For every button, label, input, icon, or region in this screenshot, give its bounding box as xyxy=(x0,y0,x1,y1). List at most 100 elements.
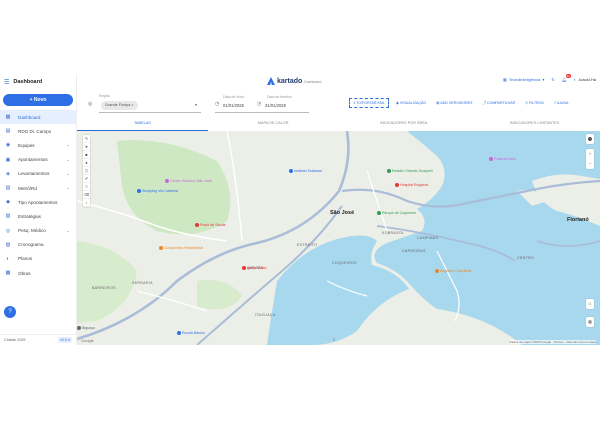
poi-label: Shopping Via Catarina xyxy=(142,189,178,193)
sidebar-item[interactable]: ▥ Metrô/Rd ⌄ xyxy=(0,181,76,195)
sidebar-item[interactable]: ◈ Levantamentos ⌄ xyxy=(0,167,76,181)
version-tag[interactable]: v2.0.4 xyxy=(58,337,72,343)
polygon-icon[interactable]: ⬠ xyxy=(83,167,90,175)
sidebar-item[interactable]: ▩ Obras xyxy=(0,266,76,280)
map-poi[interactable]: Condomínio Residencial xyxy=(159,246,203,251)
map-pin-icon xyxy=(435,269,439,274)
workspace-name: Tecnolinteligência xyxy=(508,77,541,82)
sidebar-item[interactable]: ▣ Apontamentos ⌄ xyxy=(0,153,76,167)
logo-subtitle: Dashboard xyxy=(304,80,322,84)
calendar-icon[interactable]: ◷ xyxy=(215,101,219,107)
zoom-in-button[interactable]: + xyxy=(586,149,594,159)
map-poi[interactable]: Praia do Meio xyxy=(489,157,516,162)
map-canvas[interactable] xyxy=(77,131,600,345)
chevron-down-icon[interactable]: ⌄ xyxy=(66,142,70,148)
chevron-down-icon[interactable]: ⌄ xyxy=(66,228,70,234)
region-chip[interactable]: Grande Floripa × xyxy=(101,101,138,110)
sidebar-title: Dashboard xyxy=(13,79,43,85)
action-label: EXPORTAR KML xyxy=(357,101,385,105)
menu-icon[interactable]: ☰ xyxy=(4,79,9,86)
tab[interactable]: INDICADORES LIMITANTES xyxy=(469,118,600,131)
date-end-field[interactable]: 31/01/2025 xyxy=(265,103,286,108)
refresh-icon[interactable]: ↻ xyxy=(551,77,554,82)
sidebar-item[interactable]: ◎ Pesq. Médico ⌄ xyxy=(0,224,76,238)
tab[interactable]: TABELAS xyxy=(77,118,208,131)
neighborhood-label: BARREIROS xyxy=(92,286,116,290)
road-north xyxy=(226,131,243,242)
tab[interactable]: MAPA DE CALOR xyxy=(208,118,339,131)
sidebar-item[interactable]: ▧ Estratégias xyxy=(0,209,76,223)
action-button[interactable]: ◉ VISUALIZAÇÃO xyxy=(393,99,429,107)
region-dropdown-icon[interactable]: ▾ xyxy=(195,102,197,107)
sidebar-item[interactable]: ▤ RDO Di. Campo xyxy=(0,124,76,138)
logo[interactable]: kartado Dashboard xyxy=(267,77,321,85)
region-value: Grande Floripa xyxy=(105,103,131,107)
sidebar-item[interactable]: ◉ Equipes ⌄ xyxy=(0,138,76,152)
map-poi[interactable]: Posto de Saúde xyxy=(195,223,226,228)
view-tabs: TABELAS MAPA DE CALOR INDICADORES POR ÁREA… xyxy=(77,118,600,131)
map-poi[interactable]: Hospital Regional xyxy=(395,183,429,188)
marker-icon[interactable]: ● xyxy=(83,159,90,167)
map-pin-icon xyxy=(159,246,163,251)
calendar-end-icon[interactable]: ◷ xyxy=(257,101,261,107)
map-type-icon[interactable]: ▦ xyxy=(586,317,594,327)
action-button[interactable]: ⇪ EXPORTAR KML xyxy=(349,98,389,108)
map-poi[interactable]: Shopping Via Catarina xyxy=(137,189,178,194)
edit-icon[interactable]: ✐ xyxy=(83,175,90,183)
date-start-field[interactable]: 01/01/2025 xyxy=(223,103,244,108)
google-logo: Google xyxy=(81,338,94,343)
neighborhood-label: CAMPINAS xyxy=(417,236,439,240)
square-icon[interactable]: ■ xyxy=(83,151,90,159)
new-button[interactable]: + Novo xyxy=(3,94,73,106)
map-poi[interactable]: Estádio Orlando Scarpelli xyxy=(387,169,433,174)
chevron-down-icon[interactable]: ⌄ xyxy=(66,185,70,191)
sidebar-item-label: Pesq. Médico xyxy=(18,228,46,234)
layers-icon[interactable]: ≡ xyxy=(83,183,90,191)
logo-name: kartado xyxy=(277,77,303,85)
sidebar-item[interactable]: ▦ Dashboard xyxy=(0,110,76,125)
action-button[interactable]: ▤ ADD SERVIDORES xyxy=(433,99,475,107)
pointer-icon[interactable]: ➤ xyxy=(83,143,90,151)
action-button[interactable]: ? AJUDA xyxy=(551,99,572,107)
info-icon[interactable]: i xyxy=(83,199,90,207)
compass-icon[interactable]: ⬤ xyxy=(586,134,594,144)
action-button[interactable]: ⚲ FILTROS xyxy=(522,99,547,107)
date-end-label: Data de término xyxy=(267,95,292,99)
notifications-button[interactable]: 🔔︎ 11 xyxy=(562,74,571,82)
help-icon[interactable]: ? xyxy=(4,306,16,318)
action-label: COMPARTILHAR xyxy=(487,100,516,105)
map-poi[interactable]: Biguaçu xyxy=(77,326,95,331)
tab[interactable]: INDICADORES POR ÁREA xyxy=(339,118,470,131)
map-poi[interactable]: Angeloni Capoeiras xyxy=(435,269,471,274)
close-icon[interactable]: × xyxy=(131,103,133,107)
user-menu[interactable]: ◐ Joacid.Ha xyxy=(574,77,596,82)
region-label: Região xyxy=(99,94,111,98)
drag-handle-icon[interactable]: ≡ xyxy=(330,335,338,344)
workspace-selector[interactable]: ▦ Tecnolinteligência ▾ xyxy=(503,77,544,82)
map-view[interactable]: ✎ ➤ ■ ● ⬠ ✐ ≡ ⌫ i São José Florianó KOBR… xyxy=(77,131,600,345)
map-poi[interactable]: Escola Básica xyxy=(177,331,205,336)
sidebar-item[interactable]: ▨ Cronograma xyxy=(0,238,76,252)
map-poi[interactable]: Centro Histórico São José xyxy=(165,179,212,184)
neighborhood-label: ITAGUAÇU xyxy=(255,313,276,317)
park-area xyxy=(117,140,231,235)
sidebar-item[interactable]: ◐ Planos xyxy=(0,252,76,266)
trash-icon[interactable]: ⌫ xyxy=(83,191,90,199)
map-poi[interactable]: Igreja Matriz xyxy=(242,266,267,271)
sidebar-item[interactable]: ◆ Tipo Apontamentos xyxy=(0,195,76,209)
chevron-down-icon[interactable]: ⌄ xyxy=(66,157,70,163)
map-poi[interactable]: Parque de Coqueiros xyxy=(377,211,416,216)
poi-label: Parque de Coqueiros xyxy=(382,211,416,215)
pencil-icon[interactable]: ✎ xyxy=(83,135,90,143)
street-view-icon[interactable]: ☺ xyxy=(586,299,594,309)
map-attribution[interactable]: Dados do mapa ©2025 Google · Termos · In… xyxy=(509,340,596,344)
footer-label: Cidade 2025 xyxy=(4,338,26,342)
zoom-out-button[interactable]: − xyxy=(586,159,594,169)
document-icon: ▤ xyxy=(5,128,11,135)
poi-label: Hospital Regional xyxy=(400,183,429,187)
chevron-down-icon[interactable]: ⌄ xyxy=(66,171,70,177)
map-poi[interactable]: Instituto Estadual xyxy=(289,169,322,174)
park-area-west xyxy=(77,241,137,323)
poi-label: Biguaçu xyxy=(82,326,95,330)
action-button[interactable]: ⤴ COMPARTILHAR xyxy=(479,99,518,108)
